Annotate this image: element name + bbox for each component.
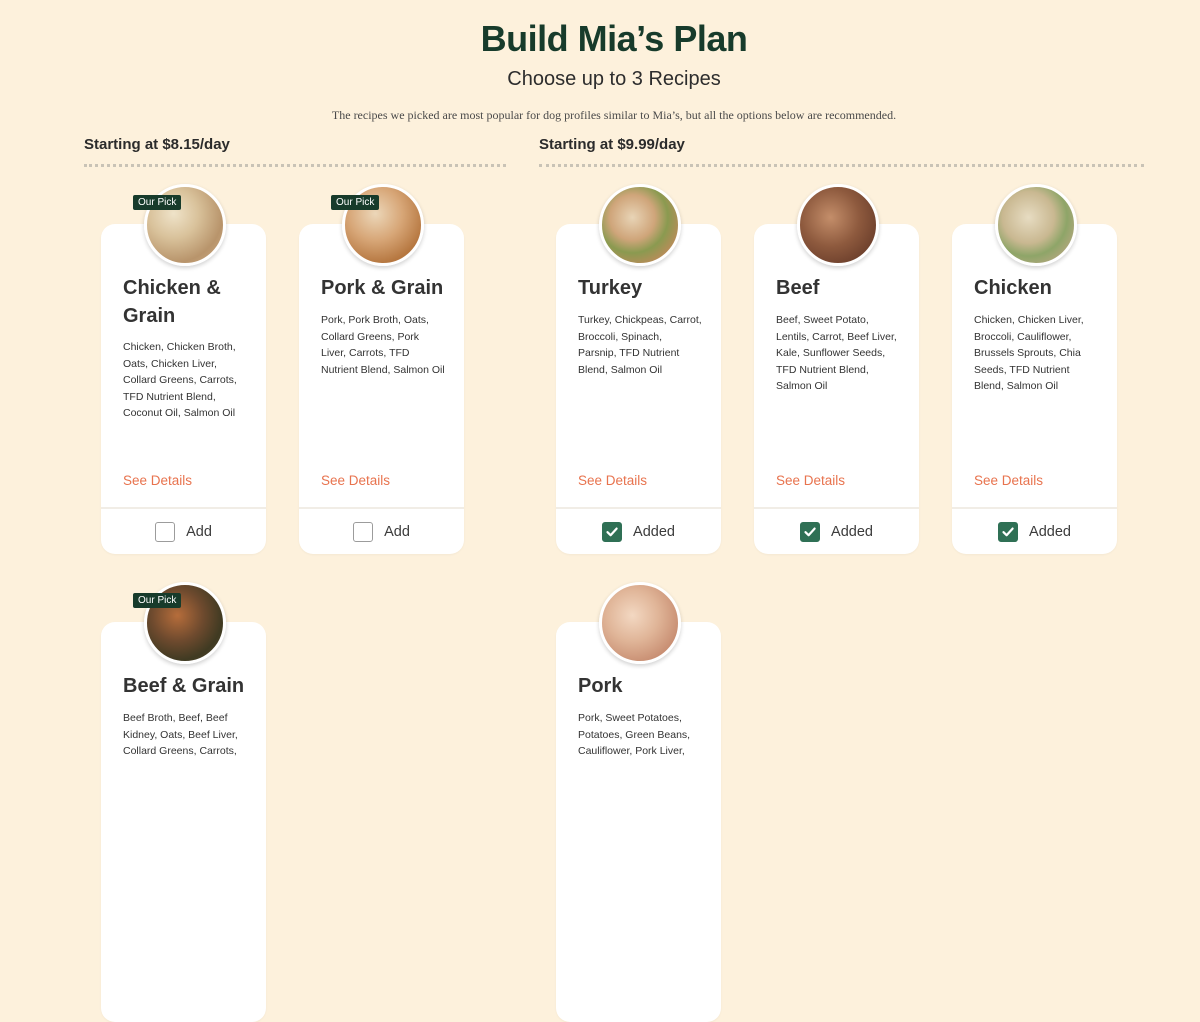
- recipe-card-turkey: Turkey Turkey, Chickpeas, Carrot, Brocco…: [556, 224, 721, 554]
- add-label: Add: [384, 523, 410, 540]
- recipe-name: Pork & Grain: [321, 277, 444, 299]
- recipe-card-beef-grain: Beef & Grain Beef Broth, Beef, Beef Kidn…: [101, 622, 266, 1022]
- divider-dots: [84, 164, 506, 167]
- see-details-link[interactable]: See Details: [578, 473, 647, 488]
- recipe-ingredients: Pork, Pork Broth, Oats, Collard Greens, …: [321, 314, 445, 376]
- add-toggle[interactable]: Add: [101, 509, 266, 554]
- price-group-label-1: Starting at $8.15/day: [84, 136, 230, 153]
- recipe-name: Chicken & Grain: [123, 277, 221, 327]
- recipe-ingredients: Beef Broth, Beef, Beef Kidney, Oats, Bee…: [123, 712, 238, 757]
- see-details-link[interactable]: See Details: [321, 473, 390, 488]
- added-toggle[interactable]: Added: [556, 509, 721, 554]
- recipe-ingredients: Beef, Sweet Potato, Lentils, Carrot, Bee…: [776, 314, 897, 392]
- recipe-card-beef: Beef Beef, Sweet Potato, Lentils, Carrot…: [754, 224, 919, 554]
- checkmark-icon: [1002, 527, 1014, 536]
- added-checkbox[interactable]: [602, 521, 623, 542]
- beef-food-image: [797, 184, 879, 266]
- add-toggle[interactable]: Add: [299, 509, 464, 554]
- add-label: Add: [186, 523, 212, 540]
- recipe-name: Beef: [776, 277, 820, 299]
- added-checkbox[interactable]: [800, 521, 821, 542]
- recipe-name: Beef & Grain: [123, 675, 245, 697]
- chicken-food-image: [995, 184, 1077, 266]
- see-details-link[interactable]: See Details: [123, 473, 192, 488]
- see-details-link[interactable]: See Details: [776, 473, 845, 488]
- recipe-ingredients: Chicken, Chicken Broth, Oats, Chicken Li…: [123, 341, 237, 419]
- add-checkbox[interactable]: [155, 521, 176, 542]
- divider-dots: [539, 164, 1144, 167]
- pork-food-image: [599, 582, 681, 664]
- recipe-ingredients: Chicken, Chicken Liver, Broccoli, Caulif…: [974, 314, 1084, 392]
- recipe-card-chicken: Chicken Chicken, Chicken Liver, Broccoli…: [952, 224, 1117, 554]
- add-checkbox[interactable]: [353, 521, 374, 542]
- added-label: Added: [1029, 523, 1071, 540]
- recipe-name: Turkey: [578, 277, 643, 299]
- recipe-card-pork: Pork Pork, Sweet Potatoes, Potatoes, Gre…: [556, 622, 721, 1022]
- our-pick-badge: Our Pick: [133, 195, 182, 210]
- added-label: Added: [633, 523, 675, 540]
- added-checkbox[interactable]: [998, 521, 1019, 542]
- our-pick-badge: Our Pick: [133, 593, 182, 608]
- added-toggle[interactable]: Added: [754, 509, 919, 554]
- price-group-label-2: Starting at $9.99/day: [539, 136, 685, 153]
- added-toggle[interactable]: Added: [952, 509, 1117, 554]
- page-subtitle: Choose up to 3 Recipes: [507, 68, 721, 90]
- our-pick-badge: Our Pick: [331, 195, 380, 210]
- recommendation-note: The recipes we picked are most popular f…: [331, 108, 897, 122]
- turkey-food-image: [599, 184, 681, 266]
- added-label: Added: [831, 523, 873, 540]
- recipe-name: Pork: [578, 675, 623, 697]
- recipe-ingredients: Turkey, Chickpeas, Carrot, Broccoli, Spi…: [578, 314, 702, 376]
- recipe-ingredients: Pork, Sweet Potatoes, Potatoes, Green Be…: [578, 712, 691, 757]
- see-details-link[interactable]: See Details: [974, 473, 1043, 488]
- checkmark-icon: [804, 527, 816, 536]
- page-title: Build Mia’s Plan: [480, 18, 748, 59]
- checkmark-icon: [606, 527, 618, 536]
- recipe-card-pork-grain: Pork & Grain Pork, Pork Broth, Oats, Col…: [299, 224, 464, 554]
- recipe-name: Chicken: [974, 277, 1052, 299]
- recipe-card-chicken-grain: Chicken & Grain Chicken, Chicken Broth, …: [101, 224, 266, 554]
